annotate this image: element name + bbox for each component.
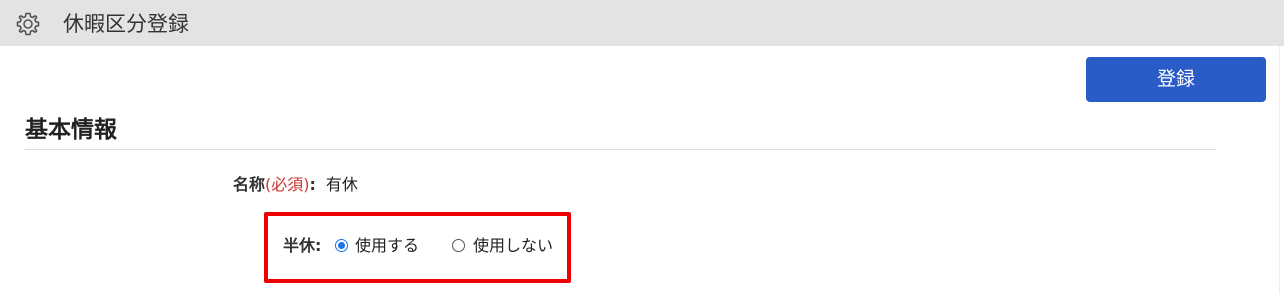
half-day-field-row: 半休: 使用する 使用しない (283, 235, 553, 257)
register-button[interactable]: 登録 (1086, 57, 1266, 102)
section-divider (25, 149, 1216, 150)
use-radio-label[interactable]: 使用する (355, 235, 419, 257)
page-header: 休暇区分登録 (0, 0, 1284, 46)
section-title: 基本情報 (25, 117, 117, 143)
page-title: 休暇区分登録 (63, 12, 189, 36)
gear-icon[interactable] (15, 11, 41, 37)
use-radio[interactable] (335, 239, 348, 252)
name-label-colon: : (309, 175, 316, 194)
not-use-radio-label[interactable]: 使用しない (473, 235, 553, 257)
name-label: 名称 (233, 175, 266, 194)
half-day-label-colon: : (315, 236, 322, 255)
name-field-row: 名称(必須): 有休 (233, 174, 358, 196)
half-day-label: 半休 (283, 236, 316, 255)
not-use-radio[interactable] (452, 239, 465, 252)
scrollbar-track (1279, 46, 1280, 294)
name-value: 有休 (325, 175, 358, 194)
required-marker: (必須) (265, 175, 310, 194)
